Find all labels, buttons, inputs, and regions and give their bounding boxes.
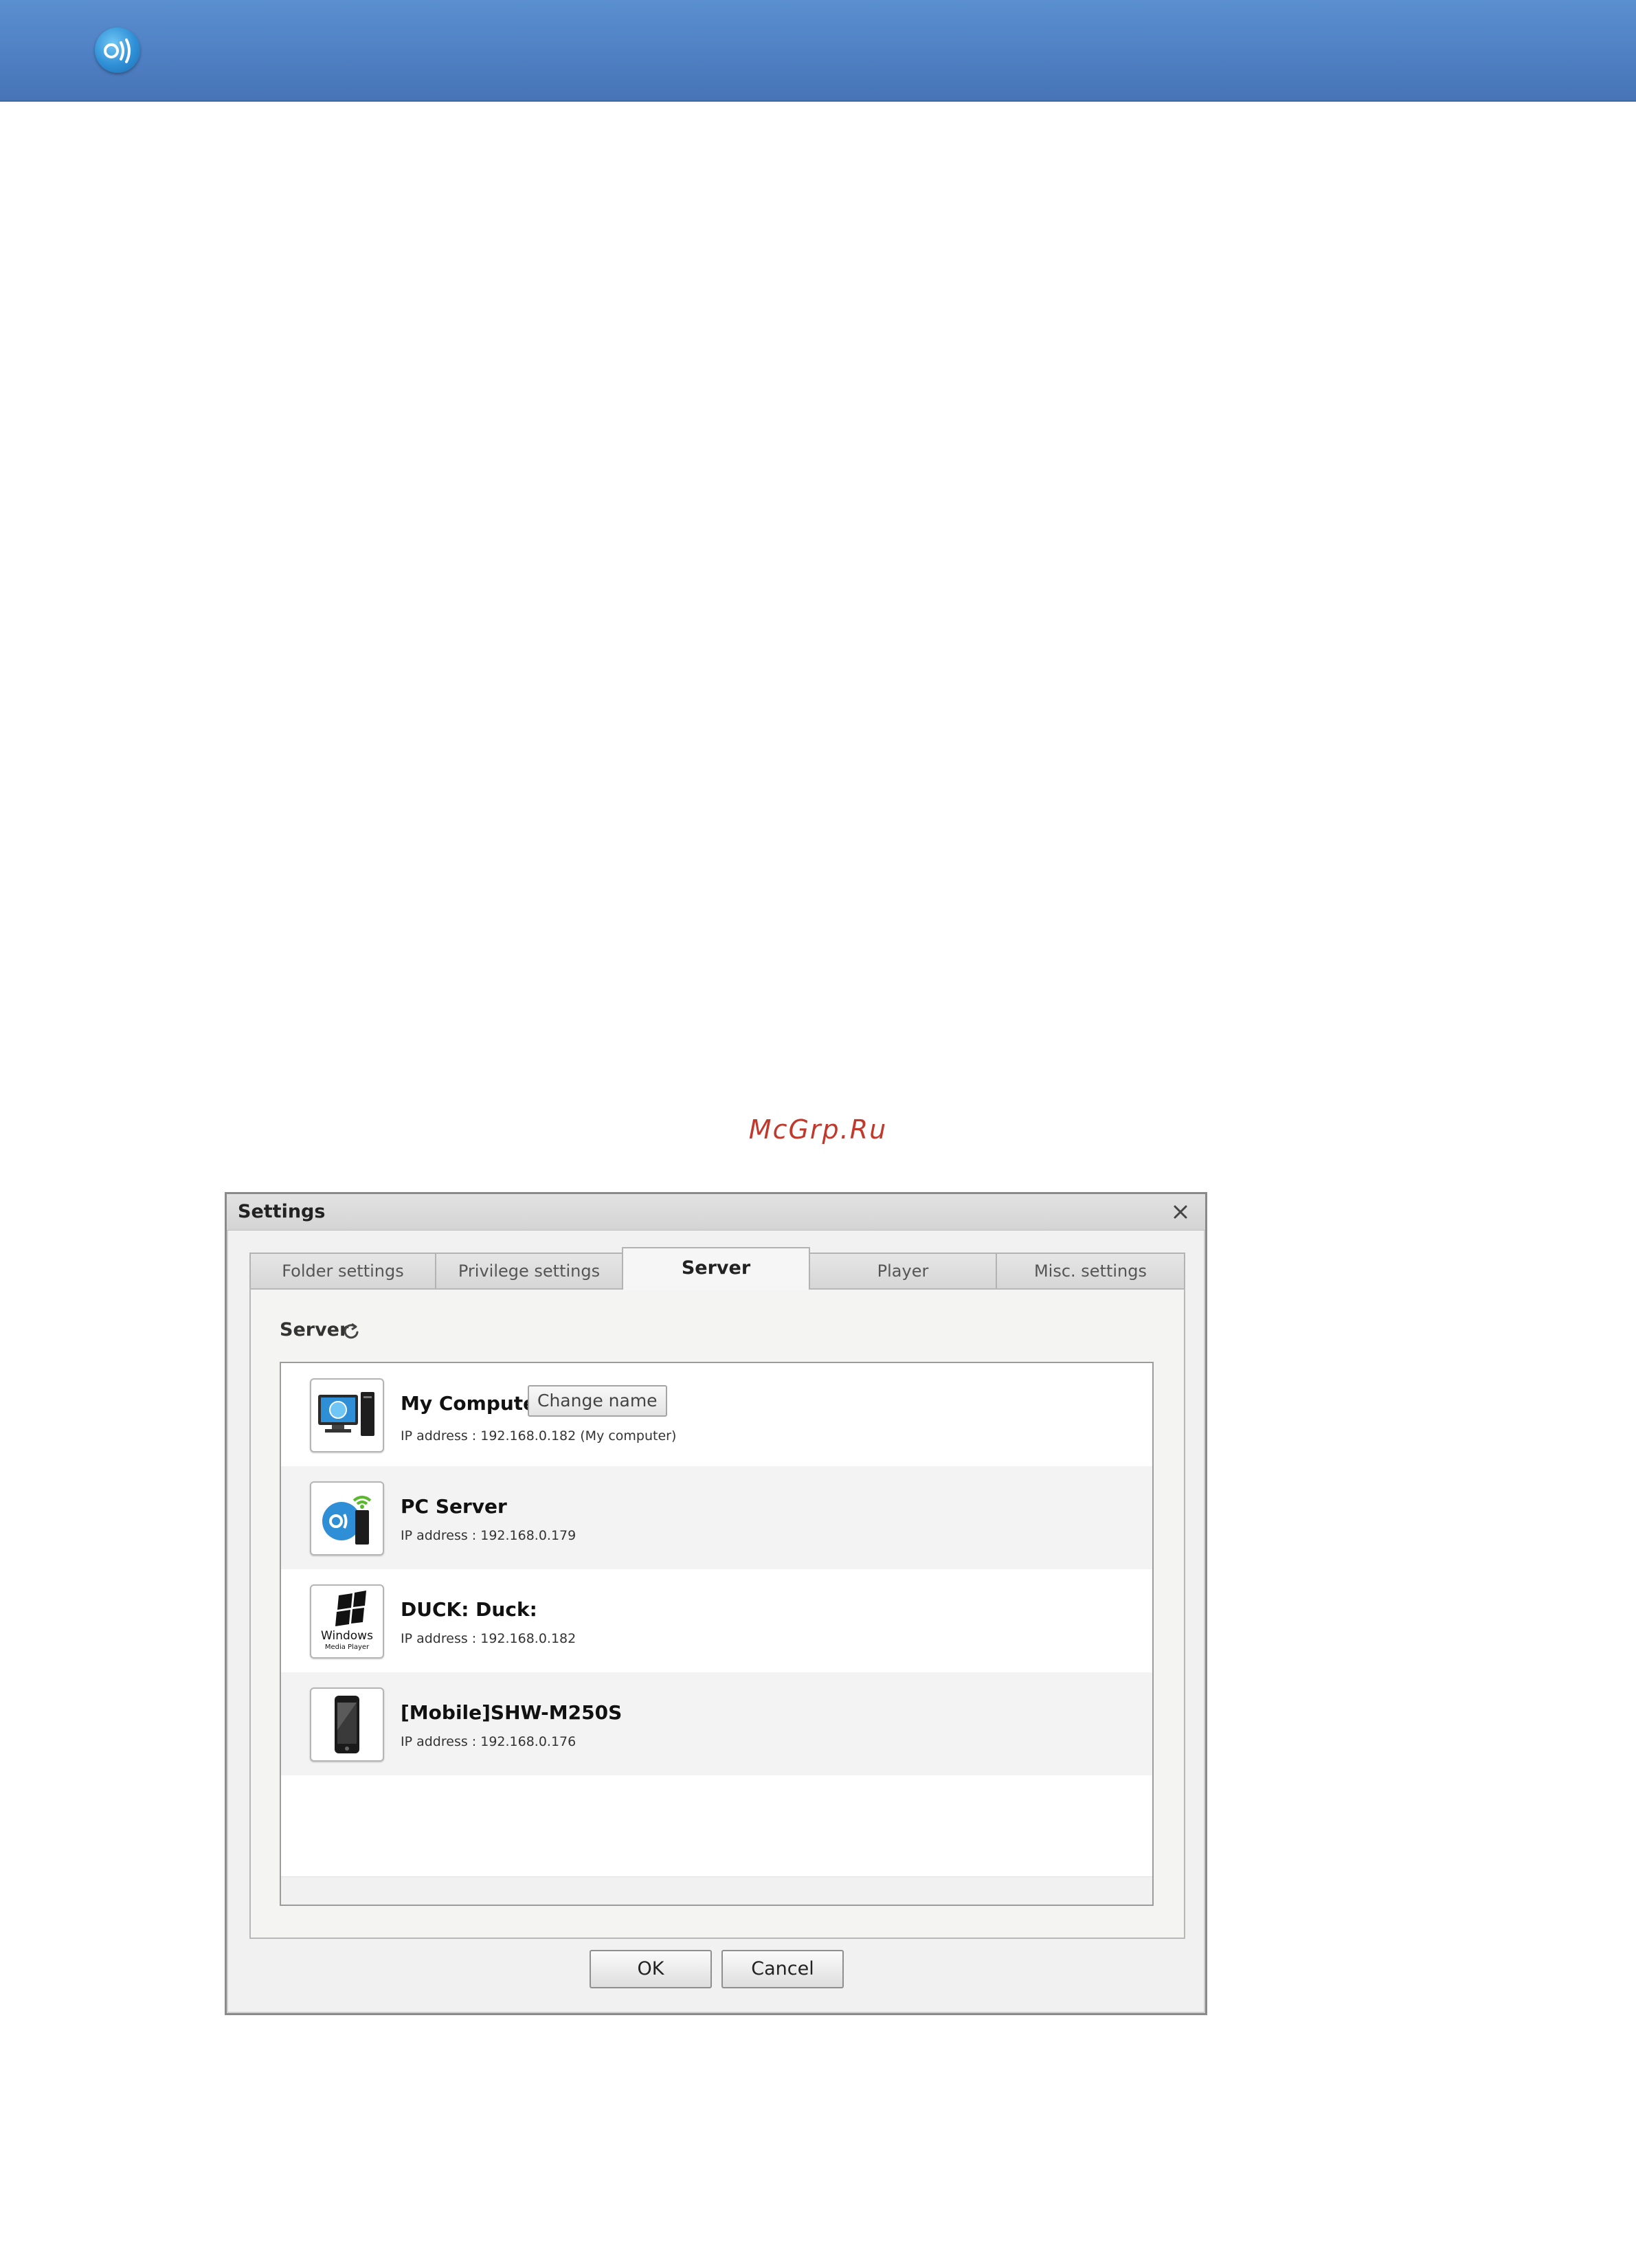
- allshare-logo-icon: [95, 27, 140, 73]
- tab-player[interactable]: Player: [809, 1253, 997, 1288]
- settings-dialog: Settings Folder settings Privilege setti…: [225, 1192, 1207, 2015]
- refresh-icon[interactable]: [341, 1321, 361, 1340]
- ok-button[interactable]: OK: [590, 1950, 712, 1988]
- list-item[interactable]: My Computer Change name IP address : 192…: [281, 1363, 1152, 1466]
- mobile-phone-icon: [310, 1687, 384, 1762]
- windows-media-player-icon: Windows Media Player: [310, 1584, 384, 1659]
- server-ip: IP address : 192.168.0.176: [401, 1734, 576, 1749]
- server-ip: IP address : 192.168.0.179: [401, 1528, 576, 1543]
- server-name: PC Server: [401, 1495, 507, 1518]
- tab-server[interactable]: Server: [622, 1247, 810, 1290]
- settings-tabs: Folder settings Privilege settings Serve…: [249, 1247, 1185, 1290]
- tab-privilege-settings[interactable]: Privilege settings: [435, 1253, 623, 1288]
- server-ip: IP address : 192.168.0.182 (My computer): [401, 1428, 677, 1444]
- watermark: McGrp.Ru: [748, 1114, 888, 1145]
- media-player-icon-text: Media Player: [325, 1643, 370, 1651]
- change-name-button[interactable]: Change name: [528, 1385, 667, 1417]
- cancel-button[interactable]: Cancel: [721, 1950, 844, 1988]
- windows-icon-text: Windows: [321, 1629, 373, 1643]
- server-ip: IP address : 192.168.0.182: [401, 1631, 576, 1646]
- tab-folder-settings[interactable]: Folder settings: [249, 1253, 436, 1288]
- close-icon[interactable]: [1169, 1201, 1191, 1223]
- list-bottom-bar: [281, 1876, 1152, 1905]
- server-name: My Computer: [401, 1392, 546, 1415]
- dialog-title-bar[interactable]: Settings: [227, 1194, 1205, 1231]
- server-name: DUCK: Duck:: [401, 1598, 537, 1621]
- server-name: [Mobile]SHW-M250S: [401, 1701, 623, 1724]
- top-banner: [0, 0, 1636, 102]
- pc-server-icon: [310, 1481, 384, 1556]
- server-tab-panel: Server My Computer Change name IP addres…: [249, 1288, 1185, 1939]
- computer-icon: [310, 1378, 384, 1452]
- tab-misc-settings[interactable]: Misc. settings: [996, 1253, 1185, 1288]
- dialog-title: Settings: [238, 1201, 326, 1222]
- server-section-label: Server: [280, 1319, 349, 1340]
- list-item[interactable]: Windows Media Player DUCK: Duck: IP addr…: [281, 1569, 1152, 1672]
- list-item[interactable]: PC Server IP address : 192.168.0.179: [281, 1466, 1152, 1569]
- list-item[interactable]: [Mobile]SHW-M250S IP address : 192.168.0…: [281, 1672, 1152, 1775]
- server-list: My Computer Change name IP address : 192…: [280, 1362, 1154, 1906]
